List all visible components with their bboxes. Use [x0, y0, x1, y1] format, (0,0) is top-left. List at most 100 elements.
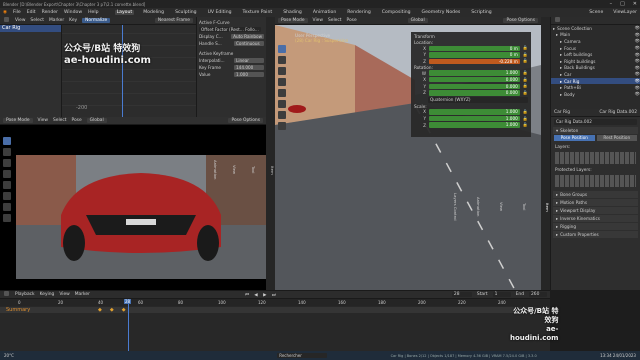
rotation-lock-icon[interactable]: 🔒 — [523, 83, 528, 89]
visibility-eye-icon[interactable]: 👁 — [635, 58, 640, 64]
outliner-item[interactable]: ▸ Main 👁 — [551, 32, 640, 39]
rotation-w-field[interactable]: 1.000 — [429, 70, 520, 76]
scale-lock-icon[interactable]: 🔒 — [523, 122, 528, 128]
rotation-y-field[interactable]: 0.000 — [429, 83, 520, 90]
measure-icon[interactable] — [278, 122, 286, 130]
tab-animation-left[interactable]: Animation — [213, 160, 218, 179]
timeline-menu-marker[interactable]: Marker — [75, 292, 90, 297]
outliner-item[interactable]: ▸ Body 👁 — [551, 91, 640, 98]
tab-layout[interactable]: Layout — [114, 10, 135, 15]
tab-animation[interactable]: Animation — [476, 197, 481, 216]
outliner-item[interactable]: ▸ Car 👁 — [551, 71, 640, 78]
menu-select[interactable]: Select — [328, 18, 342, 23]
cursor-icon[interactable] — [278, 56, 286, 64]
frame-ruler[interactable]: 0 20 40 60 80 100 120 140 160 180 200 220 240 — [0, 299, 550, 306]
section-inverse-kinematics[interactable]: ▸ Inverse Kinematics — [553, 215, 638, 222]
tab-scripting[interactable]: Scripting — [469, 10, 493, 15]
visibility-eye-icon[interactable]: 👁 — [635, 85, 640, 91]
tab-modeling[interactable]: Modeling — [141, 10, 166, 15]
timeline-menu-view[interactable]: View — [59, 292, 69, 297]
tab-sculpting[interactable]: Sculpting — [173, 10, 198, 15]
annotate-tool-icon[interactable] — [3, 203, 11, 211]
pose-position-button[interactable]: Pose Position — [554, 135, 595, 141]
rotation-mode-dropdown[interactable]: Quaternion (WXYZ) — [428, 97, 528, 103]
menu-help[interactable]: Help — [88, 10, 98, 15]
view-layer-selector[interactable]: ViewLayer — [613, 10, 637, 15]
menu-view[interactable]: View — [313, 18, 323, 23]
section-custom-properties[interactable]: ▸ Custom Properties — [553, 231, 638, 238]
outliner-item[interactable]: ▸ Camera 👁 — [551, 38, 640, 45]
end-frame-field[interactable]: 260 — [529, 292, 547, 297]
protected-layer-grid[interactable] — [555, 175, 636, 187]
display-color-dropdown[interactable]: Auto Rainbow — [231, 34, 264, 39]
armature-data-field[interactable]: Car Rig Data.002 — [554, 119, 637, 125]
menu-pose[interactable]: Pose — [347, 18, 357, 23]
pose-options-dropdown[interactable]: Pose Options — [503, 18, 538, 23]
rotation-lock-icon[interactable]: 🔒 — [523, 70, 528, 76]
orientation-dropdown[interactable]: Global — [407, 18, 428, 23]
play-controls[interactable]: ⏮ ◀ ▶ ⏭ — [245, 292, 278, 298]
move-icon[interactable] — [278, 67, 286, 75]
outliner-item[interactable]: ▸ Car Rig 👁 — [551, 77, 640, 85]
visibility-eye-icon[interactable]: 👁 — [635, 45, 640, 51]
outliner-item[interactable]: ▸ Left buildings 👁 — [551, 51, 640, 58]
timeline-editor-icon[interactable] — [4, 291, 9, 296]
scale-icon[interactable] — [278, 89, 286, 97]
start-frame-field[interactable]: 1 — [492, 292, 511, 297]
location-lock-icon[interactable]: 🔒 — [523, 52, 528, 58]
graph-menu-view[interactable]: View — [15, 18, 25, 23]
tab-texture-paint[interactable]: Texture Paint — [241, 10, 275, 15]
taskbar-search-input[interactable]: Rechercher — [277, 353, 328, 358]
playhead-frame-badge[interactable]: 28 — [124, 299, 132, 304]
measure-tool-icon[interactable] — [3, 214, 11, 222]
tab-compositing[interactable]: Compositing — [380, 10, 413, 15]
location-z-field[interactable]: -0.228 m — [429, 58, 520, 65]
rotate-tool-icon[interactable] — [3, 170, 11, 178]
section-bone-groups[interactable]: ▸ Bone Groups — [553, 191, 638, 198]
section-rigging[interactable]: ▸ Rigging — [553, 223, 638, 230]
value-field[interactable]: 1.000 — [234, 72, 264, 77]
scale-y-field[interactable]: 1.000 — [429, 115, 520, 122]
outliner-item[interactable]: ▸ Right buildings 👁 — [551, 58, 640, 65]
cursor-tool-icon[interactable] — [3, 148, 11, 156]
section-motion-paths[interactable]: ▸ Motion Paths — [553, 199, 638, 206]
blender-logo-icon[interactable]: ◉ — [3, 10, 7, 15]
menu-file[interactable]: File — [13, 10, 21, 15]
location-x-field[interactable]: 0 m — [429, 45, 520, 52]
location-lock-icon[interactable]: 🔒 — [523, 45, 528, 51]
scale-tool-icon[interactable] — [3, 181, 11, 189]
tab-animation[interactable]: Animation — [311, 10, 338, 15]
transform-tool-icon[interactable] — [3, 192, 11, 200]
location-lock-icon[interactable]: 🔒 — [523, 58, 528, 64]
visibility-eye-icon[interactable]: 👁 — [635, 65, 640, 71]
outliner-item[interactable]: ▸ Back Buildings 👁 — [551, 65, 640, 72]
tab-tool-left[interactable]: Tool — [251, 166, 256, 173]
left-mode-dropdown[interactable]: Pose Mode — [3, 118, 33, 123]
visibility-eye-icon[interactable]: 👁 — [635, 78, 640, 84]
interpolation-dropdown[interactable]: Linear — [234, 58, 264, 63]
visibility-eye-icon[interactable]: 👁 — [635, 71, 640, 77]
tab-view-left[interactable]: View — [232, 165, 237, 174]
outliner-editor-icon[interactable] — [555, 17, 560, 22]
layer-grid[interactable] — [555, 152, 636, 164]
graph-menu-select[interactable]: Select — [30, 18, 44, 23]
weather-widget[interactable]: 20°C — [4, 353, 14, 358]
left-orientation-dropdown[interactable]: Global — [86, 118, 107, 123]
tab-view[interactable]: View — [499, 202, 504, 211]
visibility-eye-icon[interactable]: 👁 — [635, 52, 640, 58]
section-viewport-display[interactable]: ▸ Viewport Display — [553, 207, 638, 214]
menu-window[interactable]: Window — [64, 10, 82, 15]
visibility-eye-icon[interactable]: 👁 — [635, 32, 640, 38]
graph-area[interactable]: -200 — [62, 25, 196, 117]
handle-smoothing-dropdown[interactable]: Continuous — [234, 41, 264, 46]
outliner-item[interactable]: ▸ Path+Bi 👁 — [551, 84, 640, 91]
visibility-eye-icon[interactable]: 👁 — [635, 38, 640, 44]
outliner-item[interactable]: ▸ Scene Collection 👁 — [551, 25, 640, 32]
camera-viewport[interactable]: Pose Mode View Select Pose Global Pose O… — [0, 117, 266, 290]
menu-edit[interactable]: Edit — [27, 10, 36, 15]
graph-editor[interactable]: View Select Marker Key Normalize Nearest… — [0, 17, 196, 117]
tab-geometry-nodes[interactable]: Geometry Nodes — [420, 10, 463, 15]
rotation-lock-icon[interactable]: 🔒 — [523, 77, 528, 83]
select-box-icon[interactable] — [278, 45, 286, 53]
minimize-button[interactable]: – — [610, 1, 613, 7]
